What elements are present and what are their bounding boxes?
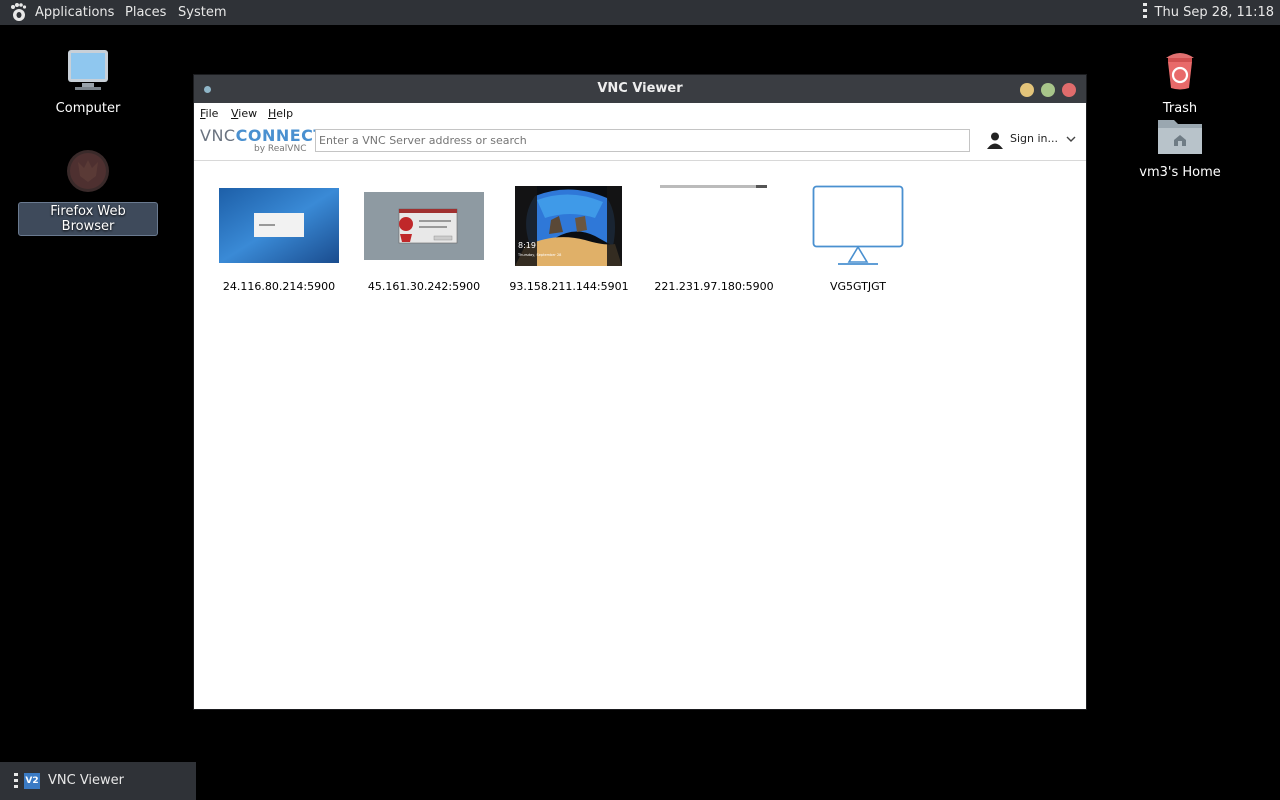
- menu-help[interactable]: Help: [268, 107, 293, 120]
- menu-view[interactable]: View: [231, 107, 257, 120]
- menu-bar: File View Help: [194, 103, 1086, 123]
- minimize-button[interactable]: [1020, 83, 1034, 97]
- panel-grip-icon: [1142, 3, 1147, 19]
- thumbnail-date: Thursday, September 28: [517, 253, 561, 257]
- window-title: VNC Viewer: [597, 81, 683, 96]
- chevron-down-icon[interactable]: [1066, 134, 1076, 144]
- gnome-foot-icon[interactable]: [8, 2, 28, 22]
- vnc-viewer-app-icon: V2: [24, 773, 40, 789]
- taskbar-item-vnc-viewer[interactable]: V2 VNC Viewer: [0, 762, 196, 800]
- connection-label: 93.158.211.144:5901: [509, 280, 629, 293]
- thumbnail-time: 8:19: [518, 241, 536, 250]
- vnc-viewer-window: VNC Viewer File View Help VNCCONNECT by …: [194, 75, 1086, 709]
- toolbar: VNCCONNECT by RealVNC Sign in...: [194, 123, 1086, 161]
- connection-label: 221.231.97.180:5900: [654, 280, 774, 293]
- user-icon[interactable]: [986, 131, 1004, 149]
- bsd-desktop-thumbnail: [364, 192, 484, 260]
- home-folder-icon: [1158, 120, 1202, 154]
- system-menu[interactable]: System: [170, 0, 234, 25]
- connection-label: 45.161.30.242:5900: [367, 280, 481, 293]
- places-menu[interactable]: Places: [117, 0, 174, 25]
- connection-label: VG5GTJGT: [830, 280, 886, 293]
- desktop-icon-label: vm3's Home: [1139, 165, 1221, 180]
- bottom-panel: V2 VNC Viewer: [0, 762, 1280, 800]
- taskbar-item-label: VNC Viewer: [48, 773, 125, 788]
- vnc-connect-logo: VNCCONNECT: [200, 126, 325, 145]
- monitor-placeholder-icon: [812, 185, 904, 265]
- top-panel: Applications Places System Thu Sep 28, 1…: [0, 0, 1280, 25]
- close-button[interactable]: [1062, 83, 1076, 97]
- computer-icon: [68, 50, 108, 90]
- menu-file[interactable]: File: [200, 107, 218, 120]
- window-titlebar[interactable]: VNC Viewer: [194, 75, 1086, 103]
- panel-grip-icon: [14, 773, 18, 789]
- blank-thumbnail: [660, 185, 767, 188]
- firefox-icon: [67, 150, 109, 192]
- desktop-icon-computer[interactable]: Computer: [18, 48, 158, 117]
- desktop-icon-trash[interactable]: Trash: [1110, 48, 1250, 117]
- search-input[interactable]: [315, 129, 970, 152]
- logo-byline: by RealVNC: [254, 144, 307, 154]
- desktop-icon-label: Trash: [1162, 101, 1198, 116]
- connection-label: 24.116.80.214:5900: [222, 280, 336, 293]
- clock[interactable]: Thu Sep 28, 11:18: [1155, 5, 1274, 20]
- windows-lockscreen-thumbnail: 8:19 Thursday, September 28: [515, 186, 622, 266]
- sign-in-button[interactable]: Sign in...: [1010, 132, 1058, 145]
- desktop-icon-label: Firefox Web Browser: [18, 202, 158, 236]
- connections-area: 24.116.80.214:5900 45.161.30.242:5900 8:…: [194, 161, 1086, 709]
- trash-icon: [1166, 53, 1194, 90]
- maximize-button[interactable]: [1041, 83, 1055, 97]
- desktop-icon-home[interactable]: vm3's Home: [1110, 116, 1250, 181]
- window-menu-icon[interactable]: [204, 86, 211, 93]
- desktop-icon-firefox[interactable]: Firefox Web Browser: [18, 148, 158, 236]
- applications-menu[interactable]: Applications: [27, 0, 122, 25]
- desktop-icon-label: Computer: [55, 101, 121, 116]
- clock-area[interactable]: Thu Sep 28, 11:18: [1142, 0, 1274, 25]
- blue-desktop-thumbnail: [219, 188, 339, 263]
